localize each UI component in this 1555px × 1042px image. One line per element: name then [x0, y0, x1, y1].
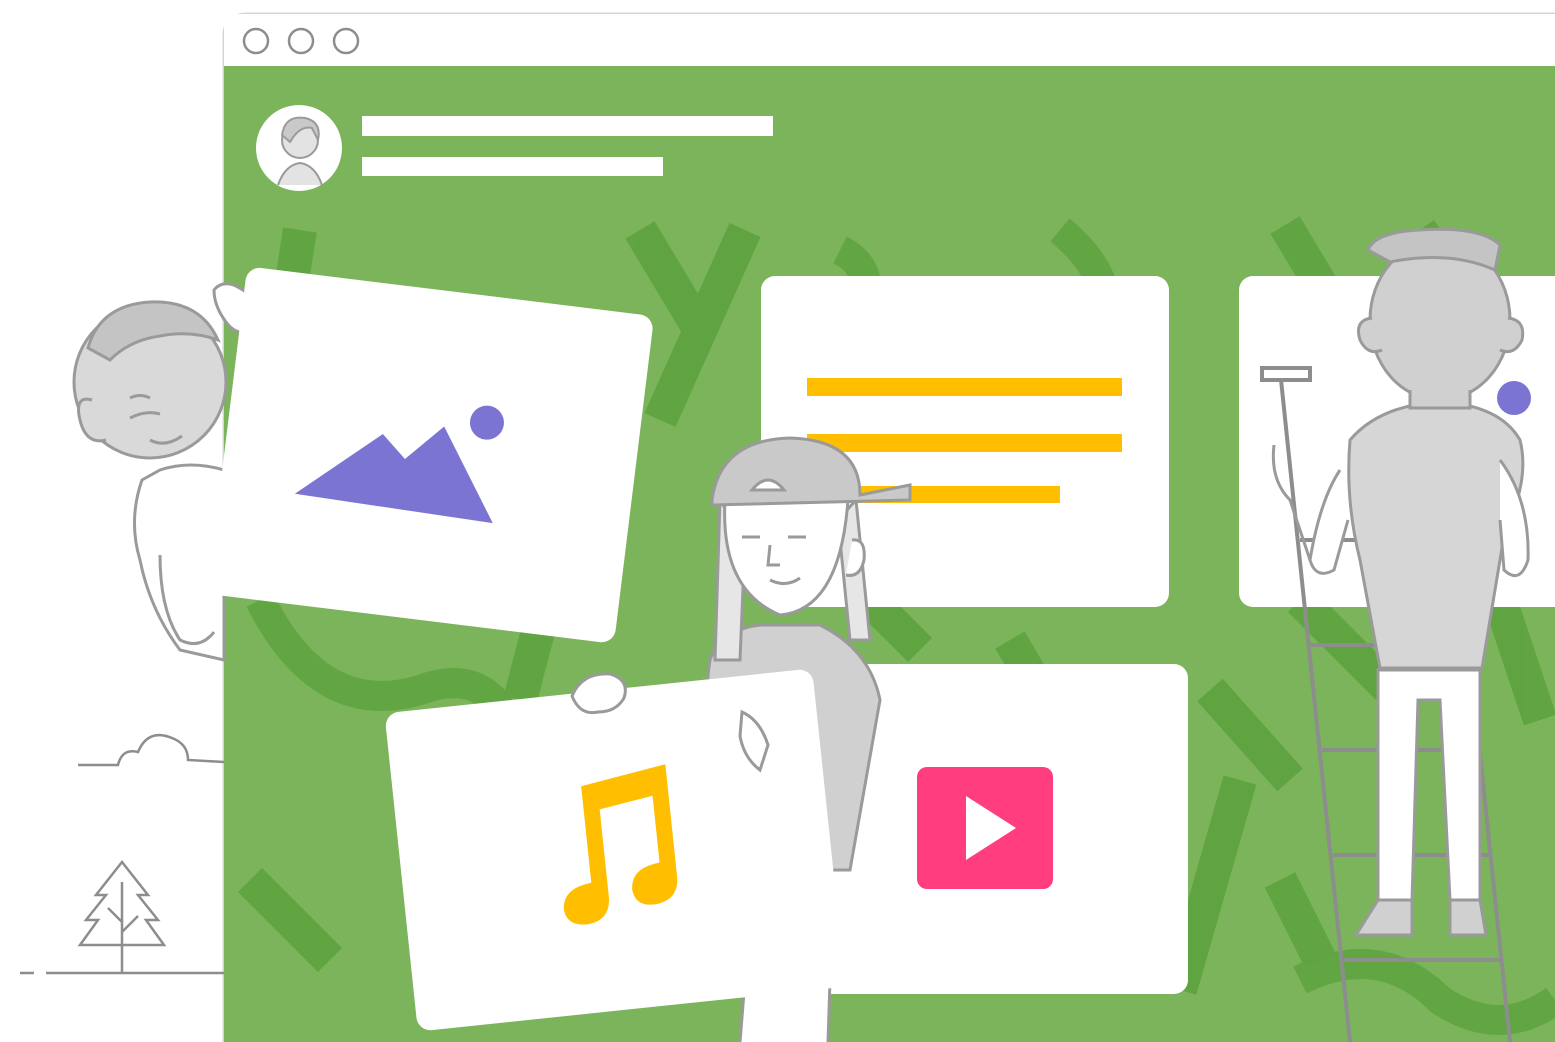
illustration-stage	[0, 0, 1555, 1042]
minimize-control[interactable]	[287, 27, 315, 55]
accent-dot-icon	[1497, 381, 1531, 415]
window-title-bar	[224, 14, 1555, 66]
maximize-control[interactable]	[332, 27, 360, 55]
scenery	[20, 733, 225, 975]
illustration	[20, 12, 1555, 1042]
close-control[interactable]	[242, 27, 270, 55]
image-card	[208, 267, 653, 643]
music-card	[385, 669, 845, 1031]
tree-icon	[77, 859, 167, 972]
profile-name-placeholder	[362, 116, 773, 136]
profile-subtitle-placeholder	[362, 157, 663, 176]
play-icon	[917, 767, 1053, 889]
cloud-icon	[78, 733, 225, 767]
